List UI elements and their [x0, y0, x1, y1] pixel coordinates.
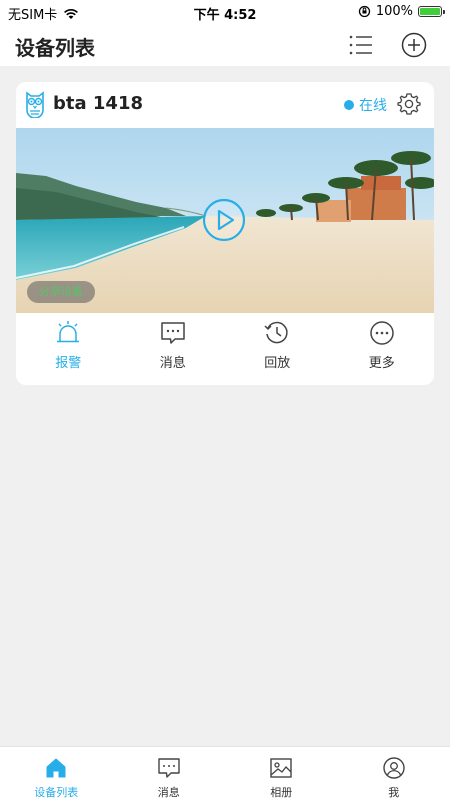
tab-label: 我 — [388, 784, 399, 800]
message-button[interactable]: 消息 — [121, 319, 226, 379]
playback-label: 回放 — [264, 352, 290, 371]
device-card-header: bta 1418 在线 — [16, 82, 434, 128]
status-text: 在线 — [359, 95, 387, 115]
more-button[interactable]: 更多 — [330, 319, 435, 379]
profile-icon — [382, 756, 406, 780]
playback-button[interactable]: 回放 — [225, 319, 330, 379]
alarm-button[interactable]: 报警 — [16, 319, 121, 379]
tab-bar: 设备列表 消息 相册 我 — [0, 746, 450, 801]
tab-device-list[interactable]: 设备列表 — [0, 747, 113, 801]
gear-icon[interactable] — [397, 92, 421, 116]
tab-album[interactable]: 相册 — [225, 747, 338, 801]
list-view-icon[interactable] — [347, 31, 375, 59]
home-icon — [44, 756, 68, 780]
tab-messages[interactable]: 消息 — [113, 747, 226, 801]
nav-bar: 设备列表 — [0, 24, 450, 66]
alarm-icon — [54, 319, 82, 347]
tab-label: 相册 — [270, 784, 292, 800]
play-icon[interactable] — [202, 198, 246, 242]
page-title: 设备列表 — [15, 32, 95, 61]
tab-label: 设备列表 — [34, 784, 78, 800]
tab-profile[interactable]: 我 — [338, 747, 450, 801]
message-label: 消息 — [160, 352, 186, 371]
status-dot — [344, 100, 354, 110]
device-actions: 报警 消息 回放 更多 — [16, 319, 434, 379]
orientation-lock-icon — [358, 5, 371, 18]
more-label: 更多 — [369, 352, 395, 371]
device-card[interactable]: bta 1418 在线 — [16, 82, 434, 385]
playback-icon — [263, 319, 291, 347]
tab-label: 消息 — [158, 784, 180, 800]
message-icon — [159, 319, 187, 347]
device-name: bta 1418 — [53, 93, 143, 114]
more-icon — [368, 319, 396, 347]
owl-logo-icon — [24, 90, 46, 118]
battery-icon — [418, 6, 442, 17]
battery-percent: 100% — [376, 4, 413, 19]
album-icon — [269, 756, 293, 780]
online-status: 在线 — [344, 95, 387, 115]
status-bar: 无SIM卡 下午 4:52 100% — [0, 0, 450, 24]
video-preview[interactable]: 分享设备 — [16, 128, 434, 313]
message-icon — [157, 756, 181, 780]
share-device-badge[interactable]: 分享设备 — [27, 281, 95, 303]
alarm-label: 报警 — [55, 352, 81, 371]
add-device-icon[interactable] — [400, 31, 428, 59]
